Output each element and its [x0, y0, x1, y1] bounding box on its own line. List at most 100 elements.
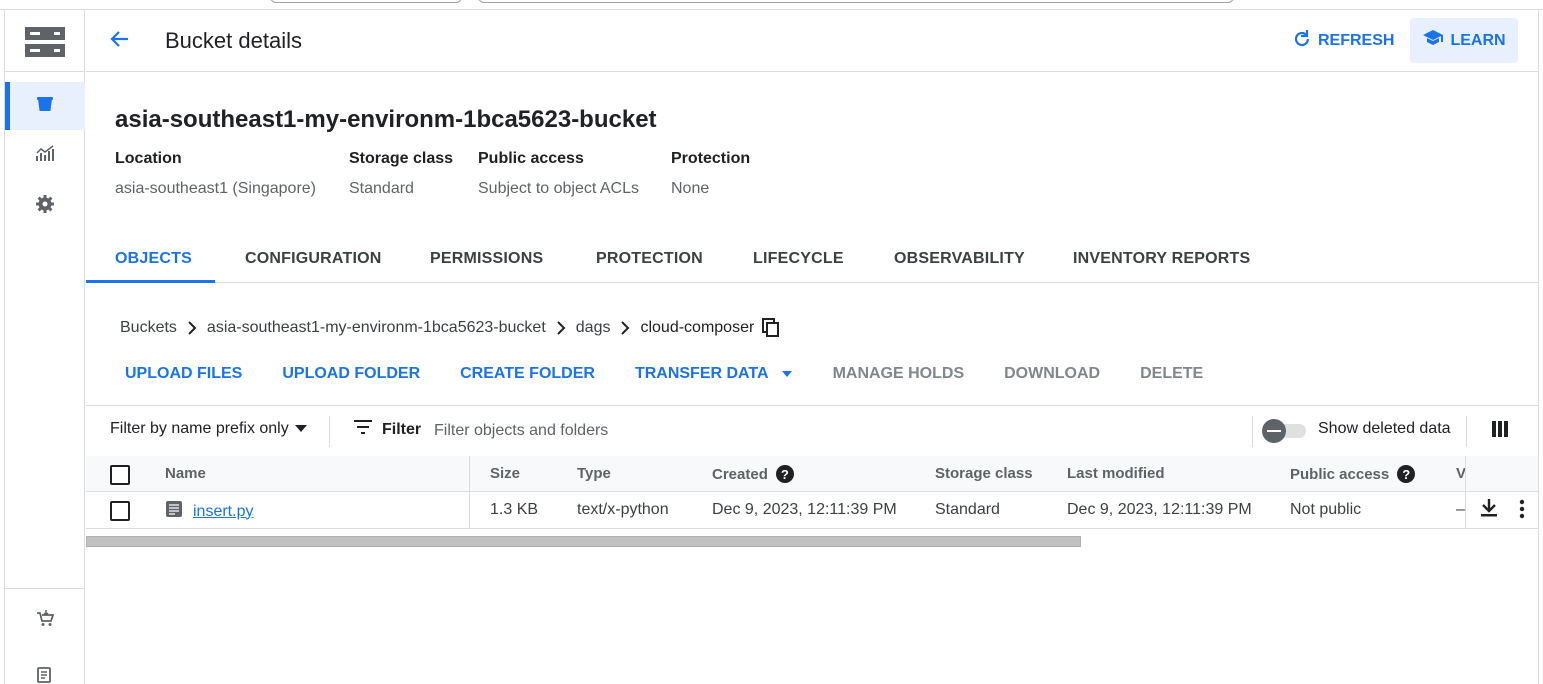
column-display-button[interactable]: [1488, 419, 1512, 443]
rail-item-monitoring[interactable]: [5, 132, 85, 180]
overflow-column: V –: [1456, 456, 1465, 529]
school-icon: [1422, 28, 1444, 53]
tab-objects[interactable]: OBJECTS: [115, 236, 192, 282]
col-last-modified[interactable]: Last modified: [1067, 465, 1165, 482]
transfer-data-button[interactable]: TRANSFER DATA: [625, 365, 803, 383]
row-checkbox[interactable]: [110, 501, 130, 521]
create-folder-button[interactable]: CREATE FOLDER: [450, 365, 605, 383]
marketplace-icon: [35, 608, 55, 633]
download-button[interactable]: DOWNLOAD: [994, 365, 1110, 383]
show-deleted-toggle[interactable]: [1262, 419, 1308, 443]
project-selector[interactable]: [270, 0, 462, 3]
bucket-icon: [35, 94, 55, 119]
monitoring-icon: [35, 144, 55, 169]
right-border: [1538, 10, 1539, 684]
info-value: asia-southeast1 (Singapore): [115, 180, 317, 197]
table-row[interactable]: insert.py 1.3 KB text/x-python Dec 9, 20…: [86, 492, 1538, 529]
storage-logo-icon: [24, 26, 66, 58]
col-created-label: Created: [712, 465, 768, 483]
tab-observability[interactable]: OBSERVABILITY: [894, 236, 1025, 282]
back-button[interactable]: [106, 27, 134, 55]
col-created[interactable]: Created ?: [712, 465, 794, 483]
info-value: None: [671, 180, 710, 197]
info-label: Public access: [478, 150, 584, 167]
refresh-label: REFRESH: [1318, 32, 1395, 49]
arrow-back-icon: [108, 27, 132, 56]
upload-folder-button[interactable]: UPLOAD FOLDER: [272, 365, 430, 383]
breadcrumb-buckets[interactable]: Buckets: [120, 319, 177, 337]
rail-separator-bottom: [5, 588, 85, 589]
tab-inventory-reports[interactable]: INVENTORY REPORTS: [1073, 236, 1250, 282]
info-public-access: Public access Subject to object ACLs: [478, 150, 639, 198]
object-actions-bar: UPLOAD FILES UPLOAD FOLDER CREATE FOLDER…: [115, 358, 1233, 390]
rail-separator: [5, 71, 85, 72]
breadcrumb-bucket[interactable]: asia-southeast1-my-environm-1bca5623-buc…: [207, 319, 546, 337]
info-storage-class: Storage class Standard: [349, 150, 453, 198]
row-name-cell: insert.py: [165, 500, 253, 523]
delete-button[interactable]: DELETE: [1130, 365, 1213, 383]
refresh-button[interactable]: REFRESH: [1282, 24, 1404, 58]
horizontal-scrollbar[interactable]: [86, 536, 1081, 547]
rail-item-settings[interactable]: [5, 182, 85, 230]
col-public-access[interactable]: Public access ?: [1290, 465, 1416, 483]
global-search-bar[interactable]: [478, 0, 1234, 3]
object-name-link[interactable]: insert.py: [193, 503, 253, 521]
row-size: 1.3 KB: [490, 501, 539, 518]
view-column-icon: [1492, 420, 1508, 442]
chevron-right-icon: [546, 321, 576, 335]
upload-files-button[interactable]: UPLOAD FILES: [115, 365, 252, 383]
tab-protection[interactable]: PROTECTION: [596, 236, 703, 282]
transfer-data-label: TRANSFER DATA: [634, 365, 769, 382]
show-deleted-label: Show deleted data: [1318, 420, 1451, 437]
info-value: Standard: [349, 180, 414, 197]
filter-bar: Filter by name prefix only Filter Show d…: [86, 405, 1538, 456]
tab-lifecycle[interactable]: LIFECYCLE: [753, 236, 844, 282]
page-title: Bucket details: [165, 28, 302, 53]
row-storage-class: Standard: [935, 501, 1000, 518]
active-tab-indicator: [86, 280, 215, 283]
filter-divider: [1252, 416, 1253, 447]
rail-item-release-notes[interactable]: [5, 652, 85, 684]
copy-path-icon[interactable]: [762, 318, 780, 338]
filter-prefix-select[interactable]: Filter by name prefix only: [110, 420, 307, 438]
tab-permissions[interactable]: PERMISSIONS: [430, 236, 543, 282]
file-icon: [165, 500, 183, 523]
row-public-access: Not public: [1290, 501, 1362, 518]
more-vert-icon[interactable]: [1519, 499, 1525, 524]
rail-item-marketplace[interactable]: [5, 596, 85, 644]
col-storage-class[interactable]: Storage class: [935, 465, 1033, 482]
download-object-icon[interactable]: [1480, 498, 1498, 523]
filter-divider: [329, 416, 330, 447]
info-label: Storage class: [349, 150, 454, 167]
table-header: Name Size Type Created ? Storage class L…: [86, 456, 1538, 492]
info-label: Location: [115, 150, 182, 167]
row-overflow: –: [1456, 501, 1465, 518]
select-all-checkbox[interactable]: [110, 465, 130, 485]
filter-button[interactable]: Filter: [354, 420, 421, 439]
sticky-column-divider: [1465, 456, 1466, 529]
page-header: Bucket details REFRESH LEARN: [86, 10, 1538, 72]
col-type[interactable]: Type: [577, 465, 611, 482]
manage-holds-button[interactable]: MANAGE HOLDS: [823, 365, 975, 383]
learn-button[interactable]: LEARN: [1410, 18, 1518, 63]
breadcrumb-dags[interactable]: dags: [576, 319, 611, 337]
filter-label: Filter: [382, 420, 422, 438]
bucket-name: asia-southeast1-my-environm-1bca5623-buc…: [115, 106, 657, 133]
help-icon[interactable]: ?: [1397, 465, 1416, 483]
filter-input[interactable]: [434, 416, 934, 446]
rail-item-buckets[interactable]: [5, 82, 85, 130]
info-label: Protection: [671, 150, 751, 167]
refresh-icon: [1292, 29, 1312, 54]
help-icon[interactable]: ?: [775, 465, 794, 483]
chevron-right-icon: [177, 321, 207, 335]
tab-configuration[interactable]: CONFIGURATION: [245, 236, 382, 282]
learn-label: LEARN: [1450, 31, 1506, 49]
col-size[interactable]: Size: [490, 465, 520, 482]
col-public-access-label: Public access: [1290, 465, 1390, 483]
top-strip: [0, 0, 1543, 10]
breadcrumb-current: cloud-composer: [640, 319, 755, 336]
filter-divider: [1466, 416, 1467, 447]
tab-bar: OBJECTS CONFIGURATION PERMISSIONS PROTEC…: [86, 236, 1538, 283]
col-name[interactable]: Name: [165, 465, 206, 482]
col-overflow: V: [1456, 465, 1465, 482]
